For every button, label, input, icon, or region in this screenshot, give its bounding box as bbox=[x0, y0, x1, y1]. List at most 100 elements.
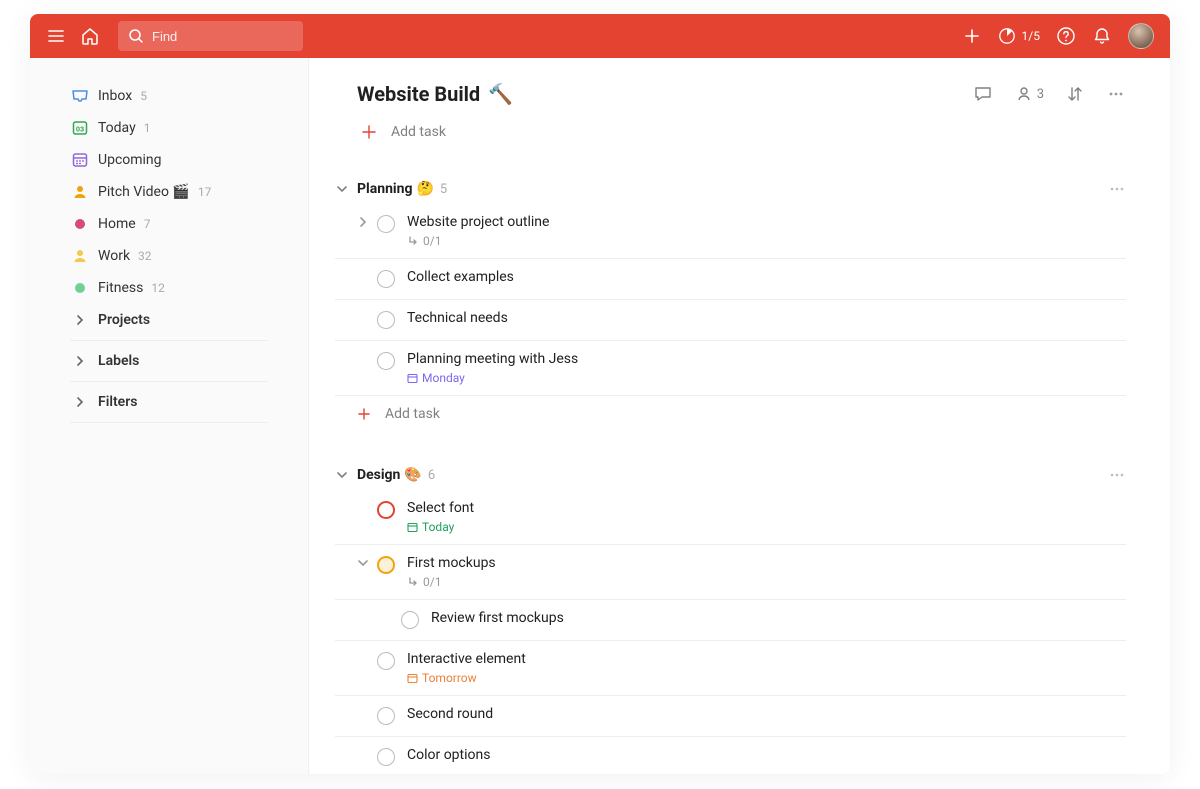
task-title: Collect examples bbox=[407, 269, 1126, 285]
sidebar-item-count: 32 bbox=[138, 249, 152, 263]
task-checkbox[interactable] bbox=[377, 270, 395, 288]
section-name: Planning bbox=[357, 181, 412, 197]
task-row[interactable]: Technical needs bbox=[335, 300, 1126, 341]
productivity-icon bbox=[998, 27, 1016, 45]
help-icon[interactable] bbox=[1056, 26, 1076, 46]
chevron-right-icon[interactable] bbox=[357, 216, 375, 234]
notifications-icon[interactable] bbox=[1092, 26, 1112, 46]
section-header[interactable]: Planning 🤔 5 bbox=[335, 174, 1126, 204]
section-planning: Planning 🤔 5 Website project outline bbox=[309, 174, 1170, 432]
task-checkbox[interactable] bbox=[377, 501, 395, 519]
plus-icon bbox=[361, 124, 377, 140]
task-checkbox[interactable] bbox=[377, 652, 395, 670]
task-title: Planning meeting with Jess bbox=[407, 351, 1126, 367]
section-header[interactable]: Design 🎨 6 bbox=[335, 460, 1126, 490]
add-task-button[interactable]: Add task bbox=[309, 118, 1170, 146]
sidebar-item-count: 12 bbox=[151, 281, 165, 295]
task-row[interactable]: Review first mockups bbox=[335, 600, 1126, 641]
sidebar-item-inbox[interactable]: Inbox 5 bbox=[30, 80, 308, 112]
dot-icon bbox=[70, 214, 90, 234]
task-checkbox[interactable] bbox=[377, 556, 395, 574]
sidebar-item-label: Pitch Video 🎬 bbox=[98, 184, 190, 200]
task-checkbox[interactable] bbox=[377, 311, 395, 329]
sidebar-item-label: Fitness bbox=[98, 280, 143, 296]
task-title: Website project outline bbox=[407, 214, 1126, 230]
person-icon bbox=[70, 246, 90, 266]
task-subtask-count: 0/1 bbox=[407, 234, 1126, 248]
chevron-down-icon bbox=[335, 182, 353, 196]
chevron-right-icon bbox=[74, 314, 86, 326]
task-row[interactable]: Second round bbox=[335, 696, 1126, 737]
task-row[interactable]: Planning meeting with Jess Monday bbox=[335, 341, 1126, 396]
more-icon[interactable] bbox=[1106, 84, 1126, 104]
share-button[interactable]: 3 bbox=[1015, 85, 1044, 103]
project-title: Website Build 🔨 bbox=[357, 82, 513, 106]
divider bbox=[70, 340, 268, 341]
sidebar-section-filters[interactable]: Filters bbox=[30, 386, 308, 418]
sidebar-section-labels[interactable]: Labels bbox=[30, 345, 308, 377]
chevron-right-icon bbox=[74, 355, 86, 367]
section-emoji: 🤔 bbox=[416, 181, 433, 197]
subtask-icon bbox=[407, 235, 419, 247]
home-icon[interactable] bbox=[80, 26, 100, 46]
add-task-button[interactable]: Add task bbox=[335, 396, 1126, 432]
section-design: Design 🎨 6 Select font Today bbox=[309, 460, 1170, 774]
menu-icon[interactable] bbox=[46, 26, 66, 46]
task-checkbox[interactable] bbox=[377, 748, 395, 766]
sidebar-item-label: Inbox bbox=[98, 88, 132, 104]
sidebar-section-projects[interactable]: Projects bbox=[30, 304, 308, 336]
comments-icon[interactable] bbox=[973, 84, 993, 104]
section-more-icon[interactable] bbox=[1108, 466, 1126, 484]
task-row[interactable]: Interactive element Tomorrow bbox=[335, 641, 1126, 696]
task-due-date: Monday bbox=[407, 371, 1126, 385]
sidebar-item-today[interactable]: 03 Today 1 bbox=[30, 112, 308, 144]
task-row[interactable]: First mockups 0/1 bbox=[335, 545, 1126, 600]
task-title: Review first mockups bbox=[431, 610, 1126, 626]
today-icon: 03 bbox=[70, 118, 90, 138]
section-count: 6 bbox=[428, 468, 435, 483]
sort-icon[interactable] bbox=[1066, 85, 1084, 103]
productivity-counter[interactable]: 1/5 bbox=[998, 27, 1040, 45]
task-due-date: Today bbox=[407, 520, 1126, 534]
plus-icon bbox=[357, 407, 371, 421]
sidebar-item-count: 7 bbox=[144, 217, 151, 231]
search-input[interactable] bbox=[152, 29, 293, 44]
project-header: Website Build 🔨 3 bbox=[309, 82, 1170, 118]
sidebar-item-count: 1 bbox=[144, 121, 151, 135]
share-count: 3 bbox=[1037, 87, 1044, 102]
task-title: Select font bbox=[407, 500, 1126, 516]
divider bbox=[70, 381, 268, 382]
task-title: Second round bbox=[407, 706, 1126, 722]
task-title: First mockups bbox=[407, 555, 1126, 571]
section-more-icon[interactable] bbox=[1108, 180, 1126, 198]
topbar: 1/5 bbox=[30, 14, 1170, 58]
add-task-label: Add task bbox=[385, 406, 440, 422]
app-window: 1/5 Inbox 5 03 bbox=[30, 14, 1170, 774]
search-box[interactable] bbox=[118, 21, 303, 51]
task-row[interactable]: Collect examples bbox=[335, 259, 1126, 300]
quick-add-icon[interactable] bbox=[962, 26, 982, 46]
sidebar-item-label: Upcoming bbox=[98, 152, 162, 168]
sidebar-item-pitch[interactable]: Pitch Video 🎬 17 bbox=[30, 176, 308, 208]
task-checkbox[interactable] bbox=[377, 352, 395, 370]
sidebar-item-upcoming[interactable]: Upcoming bbox=[30, 144, 308, 176]
calendar-icon bbox=[407, 522, 418, 533]
task-checkbox[interactable] bbox=[401, 611, 419, 629]
task-checkbox[interactable] bbox=[377, 215, 395, 233]
person-icon bbox=[70, 182, 90, 202]
sidebar-item-work[interactable]: Work 32 bbox=[30, 240, 308, 272]
task-row[interactable]: Website project outline 0/1 bbox=[335, 204, 1126, 259]
main-content: Website Build 🔨 3 bbox=[309, 58, 1170, 774]
task-row[interactable]: Select font Today bbox=[335, 490, 1126, 545]
productivity-count: 1/5 bbox=[1022, 29, 1040, 43]
person-icon bbox=[1015, 85, 1033, 103]
sidebar-item-fitness[interactable]: Fitness 12 bbox=[30, 272, 308, 304]
task-row[interactable]: Color options bbox=[335, 737, 1126, 774]
sidebar-item-home[interactable]: Home 7 bbox=[30, 208, 308, 240]
calendar-icon bbox=[407, 373, 418, 384]
upcoming-icon bbox=[70, 150, 90, 170]
task-checkbox[interactable] bbox=[377, 707, 395, 725]
avatar[interactable] bbox=[1128, 23, 1154, 49]
search-icon bbox=[128, 28, 144, 44]
chevron-down-icon[interactable] bbox=[357, 557, 375, 575]
